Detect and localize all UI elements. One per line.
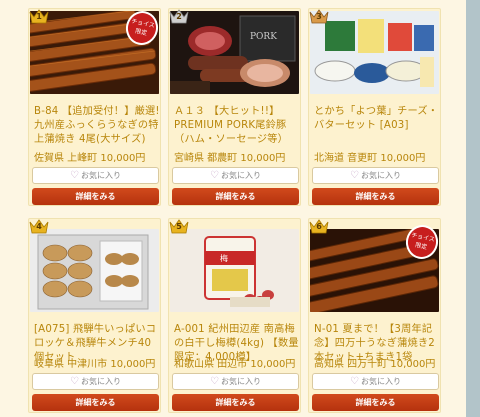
svg-text:PORK: PORK — [250, 32, 277, 42]
product-card-5: 5 梅 A-001 紀州田辺産 南高梅の白干し梅樽(4kg) 【数量限定：4,0… — [168, 218, 301, 413]
heart-icon: ♡ — [70, 170, 79, 181]
rank-number: 5 — [176, 222, 182, 231]
favorite-label: お気に入り — [220, 377, 261, 386]
favorite-button[interactable]: ♡ お気に入り — [172, 373, 299, 390]
favorite-label: お気に入り — [360, 377, 401, 386]
detail-button[interactable]: 詳細をみる — [312, 188, 439, 205]
product-card-4: 4 [A075] 飛騨牛いっぱいコロッケ＆飛騨牛メンチ40個セット 岐阜県 中津… — [28, 218, 161, 413]
rank-crown-icon: 5 — [169, 218, 189, 234]
rank-number: 1 — [36, 12, 42, 21]
heart-icon: ♡ — [210, 376, 219, 387]
heart-icon: ♡ — [70, 376, 79, 387]
detail-button[interactable]: 詳細をみる — [32, 188, 159, 205]
rank-number: 6 — [316, 222, 322, 231]
detail-button[interactable]: 詳細をみる — [172, 188, 299, 205]
favorite-label: お気に入り — [360, 171, 401, 180]
heart-icon: ♡ — [350, 170, 359, 181]
product-title[interactable]: とかち「よつ葉」チーズ・バターセット [A03] — [314, 105, 440, 133]
detail-button[interactable]: 詳細をみる — [172, 394, 299, 411]
product-card-1: 1 チョイス限定 B-84 【追加受付！】厳選! 九州産ふっくらうなぎの特上蒲焼… — [28, 8, 162, 206]
product-photo[interactable] — [30, 229, 159, 312]
heart-icon: ♡ — [350, 376, 359, 387]
favorite-label: お気に入り — [80, 377, 121, 386]
rank-crown-icon: 4 — [29, 218, 49, 234]
favorite-label: お気に入り — [80, 171, 121, 180]
product-card-2: 2 PORK Ａ１３ 【大ヒット!!】PREMIUM PORK尾鈴豚（ハム・ソー… — [168, 8, 301, 206]
favorite-button[interactable]: ♡ お気に入り — [32, 167, 159, 184]
favorite-button[interactable]: ♡ お気に入り — [172, 167, 299, 184]
rank-number: 3 — [316, 12, 322, 21]
product-location-price: 岐阜県 中津川市 10,000円 — [34, 359, 156, 370]
favorite-button[interactable]: ♡ お気に入り — [32, 373, 159, 390]
rank-crown-icon: 6 — [309, 218, 329, 234]
favorite-label: お気に入り — [220, 171, 261, 180]
detail-button[interactable]: 詳細をみる — [32, 394, 159, 411]
favorite-button[interactable]: ♡ お気に入り — [312, 373, 439, 390]
product-title[interactable]: B-84 【追加受付！】厳選! 九州産ふっくらうなぎの特上蒲焼き 4尾(大サイズ… — [34, 105, 160, 147]
product-photo[interactable]: 梅 — [170, 229, 299, 312]
heart-icon: ♡ — [210, 170, 219, 181]
window-edge — [466, 0, 480, 417]
rank-crown-icon: 1 — [29, 8, 49, 24]
rank-crown-icon: 3 — [309, 8, 329, 24]
favorite-button[interactable]: ♡ お気に入り — [312, 167, 439, 184]
detail-button[interactable]: 詳細をみる — [312, 394, 439, 411]
ranking-grid: 1 チョイス限定 B-84 【追加受付！】厳選! 九州産ふっくらうなぎの特上蒲焼… — [0, 0, 480, 417]
svg-text:梅: 梅 — [220, 253, 228, 263]
product-photo[interactable]: PORK — [170, 11, 299, 94]
rank-number: 4 — [36, 222, 42, 231]
rank-crown-icon: 2 — [169, 8, 189, 24]
product-location-price: 和歌山県 田辺市 10,000円 — [174, 359, 296, 370]
product-card-3: 3 とかち「よつ葉」チーズ・バターセット [A03] 北海道 音更町 10,00… — [308, 8, 441, 206]
rank-number: 2 — [176, 12, 182, 21]
product-card-6: 6 チョイス限定 N-01 夏まで！【3周年記念】四万十うなぎ蒲焼き2本セット+… — [308, 218, 442, 413]
product-photo[interactable] — [310, 11, 439, 94]
product-location-price: 高知県 四万十町 10,000円 — [314, 359, 436, 370]
product-location-price: 佐賀県 上峰町 10,000円 — [34, 153, 146, 164]
product-location-price: 宮崎県 都農町 10,000円 — [174, 153, 286, 164]
product-location-price: 北海道 音更町 10,000円 — [314, 153, 426, 164]
product-title[interactable]: Ａ１３ 【大ヒット!!】PREMIUM PORK尾鈴豚（ハム・ソーセージ等） — [174, 105, 300, 147]
